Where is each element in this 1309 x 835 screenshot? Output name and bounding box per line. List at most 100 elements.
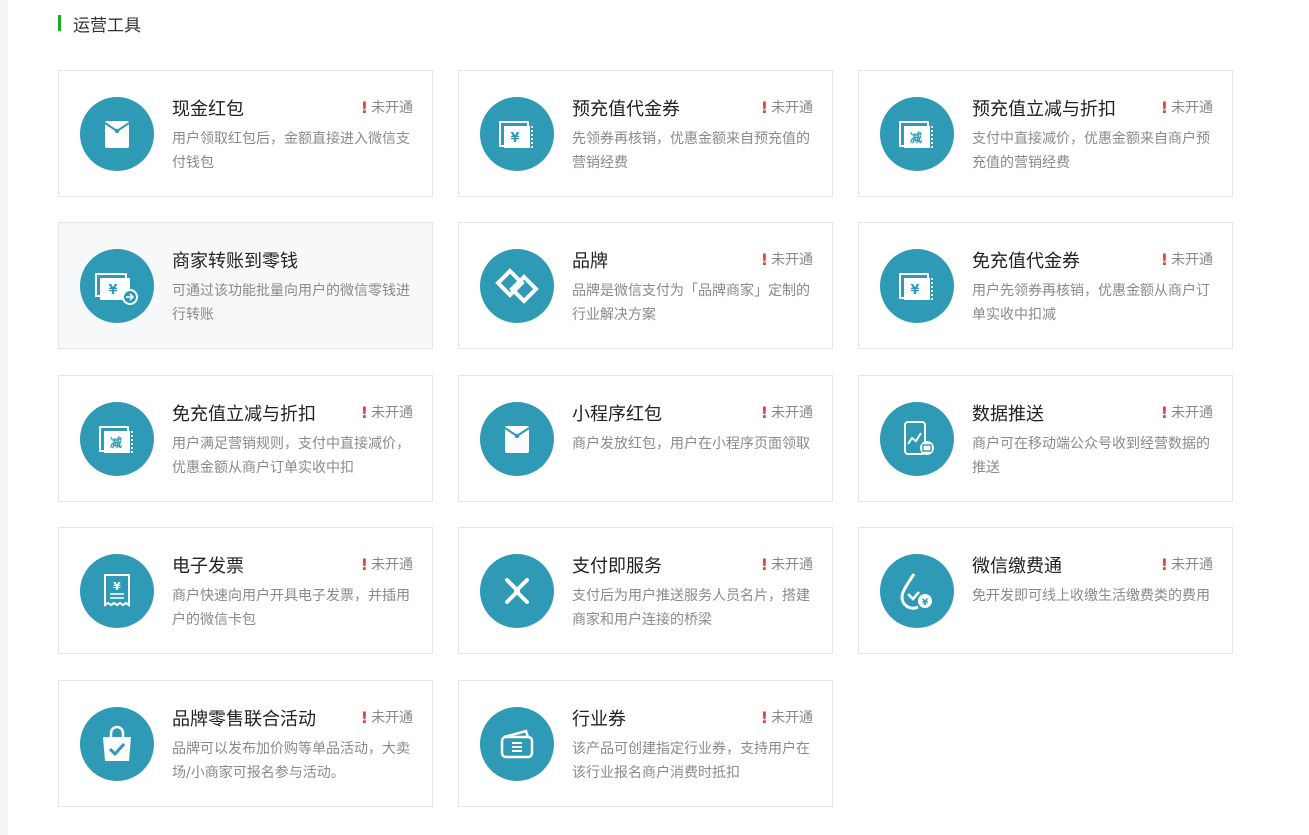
discount-coupon-icon: 减: [880, 97, 954, 171]
tool-card[interactable]: 减预充值立减与折扣! 未开通 支付中直接减价，优惠金额来自商户预充值的营销经费: [858, 70, 1233, 197]
card-title: 免充值立减与折扣: [172, 404, 316, 425]
card-title: 数据推送: [972, 404, 1044, 425]
card-title: 免充值代金券: [972, 251, 1080, 272]
tool-card[interactable]: 行业券! 未开通 该产品可创建指定行业券，支持用户在该行业报名商户消费时抵扣: [458, 680, 833, 807]
tool-card[interactable]: ¥ 电子发票! 未开通 商户快速向用户开具电子发票，并插用户的微信卡包: [58, 527, 433, 654]
transfer-icon: ¥: [80, 249, 154, 323]
status-text: 未开通: [1171, 100, 1213, 116]
card-description: 用户先领券再核销，优惠金额从商户订单实收中扣减: [972, 283, 1210, 323]
status-badge: ! 未开通: [761, 249, 813, 269]
card-description: 品牌可以发布加价购等单品活动，大卖场/小商家可报名参与活动。: [172, 741, 410, 781]
card-description: 用户满足营销规则，支付中直接减价，优惠金额从商户订单实收中扣: [172, 436, 410, 476]
tool-card[interactable]: 数据推送 ! 未开通商户可在移动端公众号收到经营数据的推送: [858, 375, 1233, 502]
status-badge: ! 未开通: [361, 707, 413, 727]
tool-card[interactable]: 现金红包! 未开通 用户领取红包后，金额直接进入微信支付钱包: [58, 70, 433, 197]
red-envelope-icon: [480, 402, 554, 476]
status-text: 未开通: [771, 100, 813, 116]
tool-card[interactable]: ¥ 微信缴费通! 未开通 免开发即可线上收缴生活缴费类的费用: [858, 527, 1233, 654]
tool-card[interactable]: ¥ 免充值代金券! 未开通 用户先领券再核销，优惠金额从商户订单实收中扣减: [858, 222, 1233, 349]
section-accent-bar: [58, 15, 61, 31]
svg-text:¥: ¥: [922, 598, 929, 608]
status-text: 未开通: [1171, 557, 1213, 573]
status-text: 未开通: [771, 252, 813, 268]
svg-text:¥: ¥: [113, 580, 121, 593]
card-title: 预充值代金券: [572, 99, 680, 120]
warning-icon: !: [760, 249, 768, 269]
svg-text:¥: ¥: [510, 131, 519, 146]
status-badge: ! 未开通: [761, 402, 813, 422]
tool-card[interactable]: ¥ 预充值代金券! 未开通 先领券再核销，优惠金额来自预充值的营销经费: [458, 70, 833, 197]
warning-icon: !: [1160, 554, 1168, 574]
card-title: 行业券: [572, 709, 626, 730]
card-title: 现金红包: [172, 99, 244, 120]
tool-card[interactable]: 减 免充值立减与折扣 ! 未开通用户满足营销规则，支付中直接减价，优惠金额从商户订单实…: [58, 375, 433, 502]
card-title: 品牌零售联合活动: [172, 709, 316, 730]
card-description: 免开发即可线上收缴生活缴费类的费用: [972, 588, 1210, 604]
status-badge: ! 未开通: [761, 554, 813, 574]
status-text: 未开通: [771, 710, 813, 726]
yuan-coupon-icon: ¥: [480, 97, 554, 171]
status-badge: ! 未开通: [1161, 249, 1213, 269]
status-badge: ! 未开通: [1161, 402, 1213, 422]
brand-icon: [480, 249, 554, 323]
left-edge-strip: [0, 0, 8, 835]
status-badge: ! 未开通: [361, 554, 413, 574]
data-push-icon: [880, 402, 954, 476]
warning-icon: !: [760, 707, 768, 727]
status-text: 未开通: [1171, 405, 1213, 421]
card-title: 电子发票: [172, 556, 244, 577]
svg-text:¥: ¥: [108, 283, 117, 298]
status-badge: ! 未开通: [1161, 97, 1213, 117]
card-description: 支付中直接减价，优惠金额来自商户预充值的营销经费: [972, 131, 1210, 171]
status-badge: ! 未开通: [761, 97, 813, 117]
service-link-icon: [480, 554, 554, 628]
tool-card[interactable]: 支付即服务! 未开通 支付后为用户推送服务人员名片，搭建商家和用户连接的桥梁: [458, 527, 833, 654]
status-badge: ! 未开通: [361, 402, 413, 422]
status-text: 未开通: [371, 710, 413, 726]
status-badge: ! 未开通: [761, 707, 813, 727]
status-badge: ! 未开通: [1161, 554, 1213, 574]
card-title: 品牌: [572, 251, 608, 272]
status-text: 未开通: [371, 100, 413, 116]
section-title: 运营工具: [73, 15, 141, 36]
svg-text:减: 减: [110, 435, 122, 450]
card-title: 小程序红包: [572, 404, 662, 425]
warning-icon: !: [760, 402, 768, 422]
card-description: 商户发放红包，用户在小程序页面领取: [572, 436, 810, 452]
warning-icon: !: [360, 707, 368, 727]
card-description: 先领券再核销，优惠金额来自预充值的营销经费: [572, 131, 810, 171]
card-description: 商户快速向用户开具电子发票，并插用户的微信卡包: [172, 588, 410, 628]
card-description: 商户可在移动端公众号收到经营数据的推送: [972, 436, 1210, 476]
shopping-bag-icon: [80, 707, 154, 781]
warning-icon: !: [360, 402, 368, 422]
tool-card[interactable]: ¥ 商家转账到零钱 可通过该功能批量向用户的微信零钱进行转账: [58, 222, 433, 349]
warning-icon: !: [360, 554, 368, 574]
red-envelope-icon: [80, 97, 154, 171]
warning-icon: !: [760, 554, 768, 574]
warning-icon: !: [1160, 249, 1168, 269]
warning-icon: !: [1160, 97, 1168, 117]
bill-pay-icon: ¥: [880, 554, 954, 628]
card-description: 可通过该功能批量向用户的微信零钱进行转账: [172, 283, 410, 323]
tool-card[interactable]: 品牌! 未开通 品牌是微信支付为「品牌商家」定制的行业解决方案: [458, 222, 833, 349]
discount-coupon-icon: 减: [80, 402, 154, 476]
yuan-coupon-icon: ¥: [880, 249, 954, 323]
tool-card[interactable]: 品牌零售联合活动! 未开通 品牌可以发布加价购等单品活动，大卖场/小商家可报名参与活…: [58, 680, 433, 807]
warning-icon: !: [360, 97, 368, 117]
status-badge: ! 未开通: [361, 97, 413, 117]
status-text: 未开通: [771, 405, 813, 421]
tool-card[interactable]: 小程序红包! 未开通 商户发放红包，用户在小程序页面领取: [458, 375, 833, 502]
card-description: 品牌是微信支付为「品牌商家」定制的行业解决方案: [572, 283, 810, 323]
status-text: 未开通: [771, 557, 813, 573]
svg-text:减: 减: [910, 130, 922, 145]
card-description: 用户领取红包后，金额直接进入微信支付钱包: [172, 131, 410, 171]
warning-icon: !: [760, 97, 768, 117]
svg-text:¥: ¥: [910, 283, 919, 298]
status-text: 未开通: [371, 557, 413, 573]
status-text: 未开通: [1171, 252, 1213, 268]
section-header: 运营工具: [58, 12, 141, 36]
wallet-icon: [480, 707, 554, 781]
card-title: 微信缴费通: [972, 556, 1062, 577]
card-title: 预充值立减与折扣: [972, 99, 1116, 120]
card-description: 支付后为用户推送服务人员名片，搭建商家和用户连接的桥梁: [572, 588, 810, 628]
